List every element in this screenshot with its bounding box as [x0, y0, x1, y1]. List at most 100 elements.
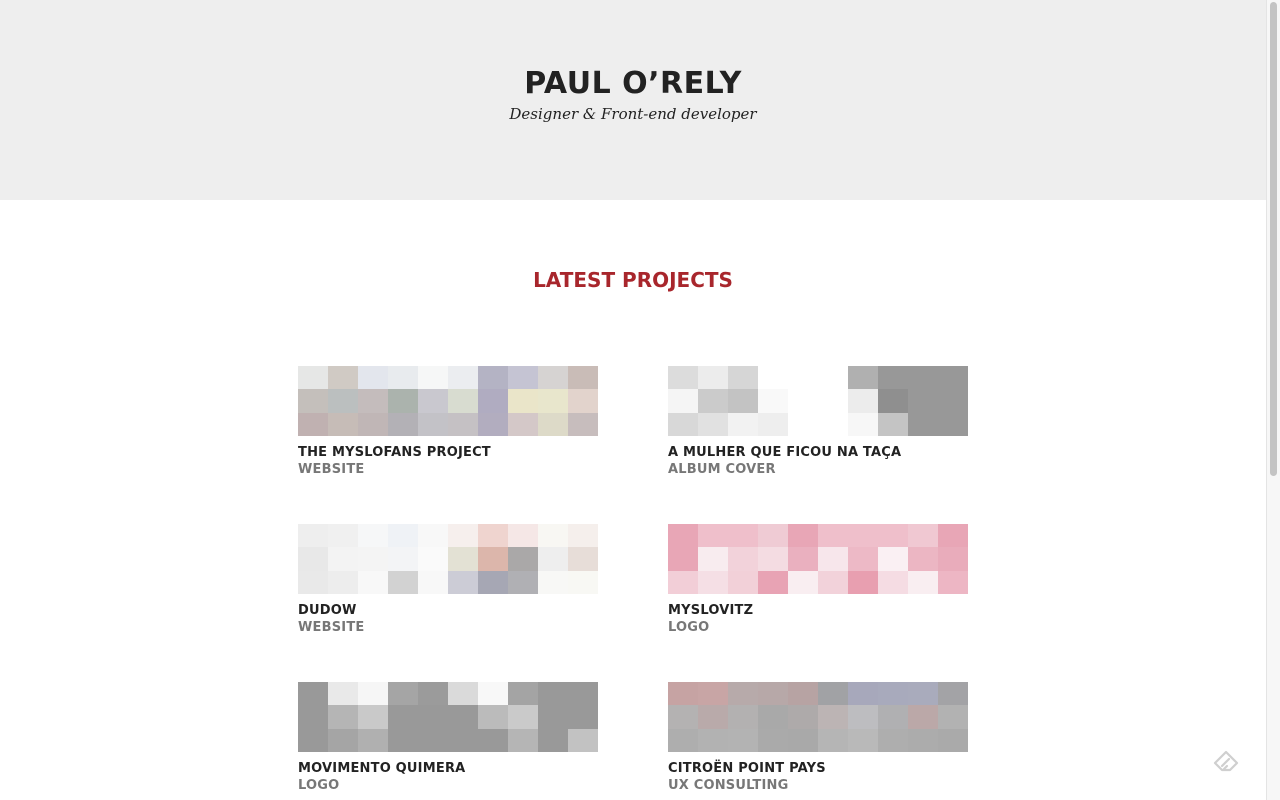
- thumbnail-tile: [478, 728, 508, 752]
- thumbnail-tile: [818, 728, 848, 752]
- thumbnail-tile: [448, 682, 478, 706]
- thumbnail-tile: [448, 366, 478, 390]
- thumbnail-tile: [298, 389, 328, 413]
- thumbnail-tile: [698, 389, 728, 413]
- thumbnail-tile: [298, 524, 328, 548]
- thumbnail-tile: [508, 524, 538, 548]
- project-thumbnail[interactable]: [298, 524, 598, 594]
- thumbnail-tile: [418, 389, 448, 413]
- thumbnail-tile: [448, 389, 478, 413]
- feedly-icon-graphic: [1213, 750, 1239, 772]
- thumbnail-tile: [668, 524, 698, 548]
- thumbnail-tile: [908, 728, 938, 752]
- thumbnail-tile: [908, 412, 938, 436]
- thumbnail-tile: [848, 412, 878, 436]
- thumbnail-tile: [298, 705, 328, 729]
- thumbnail-tile: [478, 682, 508, 706]
- thumbnail-tile: [538, 728, 568, 752]
- thumbnail-tile: [298, 728, 328, 752]
- thumbnail-tile: [698, 728, 728, 752]
- project-card[interactable]: MOVIMENTO QUIMERA LOGO: [298, 682, 598, 800]
- thumbnail-tile: [698, 682, 728, 706]
- thumbnail-tile: [418, 705, 448, 729]
- thumbnail-tile: [538, 705, 568, 729]
- thumbnail-tile: [908, 366, 938, 390]
- thumbnail-tile: [668, 682, 698, 706]
- thumbnail-tile: [418, 728, 448, 752]
- thumbnail-tile: [538, 412, 568, 436]
- project-card[interactable]: DUDOW WEBSITE: [298, 524, 598, 654]
- vertical-scrollbar[interactable]: [1266, 0, 1280, 800]
- thumbnail-tile: [908, 705, 938, 729]
- thumbnail-tile: [818, 705, 848, 729]
- scrollbar-thumb[interactable]: [1270, 2, 1277, 476]
- project-name[interactable]: DUDOW: [298, 603, 598, 619]
- thumbnail-tile: [478, 412, 508, 436]
- thumbnail-tile: [668, 389, 698, 413]
- thumbnail-tile: [758, 524, 788, 548]
- thumbnail-tile: [538, 524, 568, 548]
- thumbnail-tile: [728, 570, 758, 594]
- project-name[interactable]: A MULHER QUE FICOU NA TAÇA: [668, 445, 968, 461]
- project-thumbnail[interactable]: [298, 682, 598, 752]
- thumbnail-tile: [478, 389, 508, 413]
- site-title[interactable]: PAUL O’RELY: [0, 66, 1266, 101]
- thumbnail-tile: [728, 682, 758, 706]
- thumbnail-tile: [788, 547, 818, 571]
- project-name[interactable]: CITROËN POINT PAYS: [668, 761, 968, 777]
- project-thumbnail[interactable]: [298, 366, 598, 436]
- thumbnail-tile: [728, 389, 758, 413]
- thumbnail-tile: [448, 728, 478, 752]
- thumbnail-tile: [878, 705, 908, 729]
- thumbnail-tile: [358, 547, 388, 571]
- project-card[interactable]: THE MYSLOFANS PROJECT WEBSITE: [298, 366, 598, 496]
- thumbnail-tile: [298, 366, 328, 390]
- thumbnail-tile: [938, 524, 968, 548]
- project-type: WEBSITE: [298, 462, 365, 477]
- thumbnail-tile: [568, 412, 598, 436]
- thumbnail-tile: [698, 705, 728, 729]
- thumbnail-tile: [878, 547, 908, 571]
- thumbnail-tile: [938, 682, 968, 706]
- thumbnail-tile: [508, 705, 538, 729]
- thumbnail-tile: [818, 682, 848, 706]
- page: PAUL O’RELY Designer & Front-end develop…: [0, 0, 1280, 800]
- thumbnail-tile: [418, 366, 448, 390]
- project-thumbnail[interactable]: [668, 366, 968, 436]
- section-title: LATEST PROJECTS: [533, 268, 733, 292]
- feedly-icon[interactable]: [1212, 749, 1240, 777]
- thumbnail-tile: [508, 728, 538, 752]
- thumbnail-tile: [328, 412, 358, 436]
- thumbnail-tile: [698, 524, 728, 548]
- thumbnail-tile: [668, 412, 698, 436]
- project-name[interactable]: MYSLOVITZ: [668, 603, 968, 619]
- thumbnail-tile: [788, 570, 818, 594]
- thumbnail-tile: [568, 389, 598, 413]
- thumbnail-tile: [848, 682, 878, 706]
- project-name[interactable]: MOVIMENTO QUIMERA: [298, 761, 598, 777]
- project-card[interactable]: A MULHER QUE FICOU NA TAÇA ALBUM COVER: [668, 366, 968, 496]
- site-header: PAUL O’RELY Designer & Front-end develop…: [0, 0, 1266, 200]
- thumbnail-tile: [478, 705, 508, 729]
- project-thumbnail[interactable]: [668, 682, 968, 752]
- thumbnail-tile: [298, 547, 328, 571]
- thumbnail-tile: [508, 366, 538, 390]
- thumbnail-tile: [358, 682, 388, 706]
- thumbnail-tile: [818, 547, 848, 571]
- project-card[interactable]: MYSLOVITZ LOGO: [668, 524, 968, 654]
- thumbnail-tile: [358, 412, 388, 436]
- thumbnail-tile: [358, 389, 388, 413]
- thumbnail-tile: [908, 389, 938, 413]
- thumbnail-tile: [758, 366, 788, 390]
- thumbnail-tile: [478, 524, 508, 548]
- thumbnail-tile: [568, 366, 598, 390]
- thumbnail-tile: [448, 547, 478, 571]
- thumbnail-tile: [758, 389, 788, 413]
- thumbnail-tile: [668, 705, 698, 729]
- thumbnail-tile: [698, 366, 728, 390]
- thumbnail-tile: [908, 524, 938, 548]
- project-name[interactable]: THE MYSLOFANS PROJECT: [298, 445, 598, 461]
- thumbnail-tile: [418, 682, 448, 706]
- project-thumbnail[interactable]: [668, 524, 968, 594]
- project-card[interactable]: CITROËN POINT PAYS UX CONSULTING: [668, 682, 968, 800]
